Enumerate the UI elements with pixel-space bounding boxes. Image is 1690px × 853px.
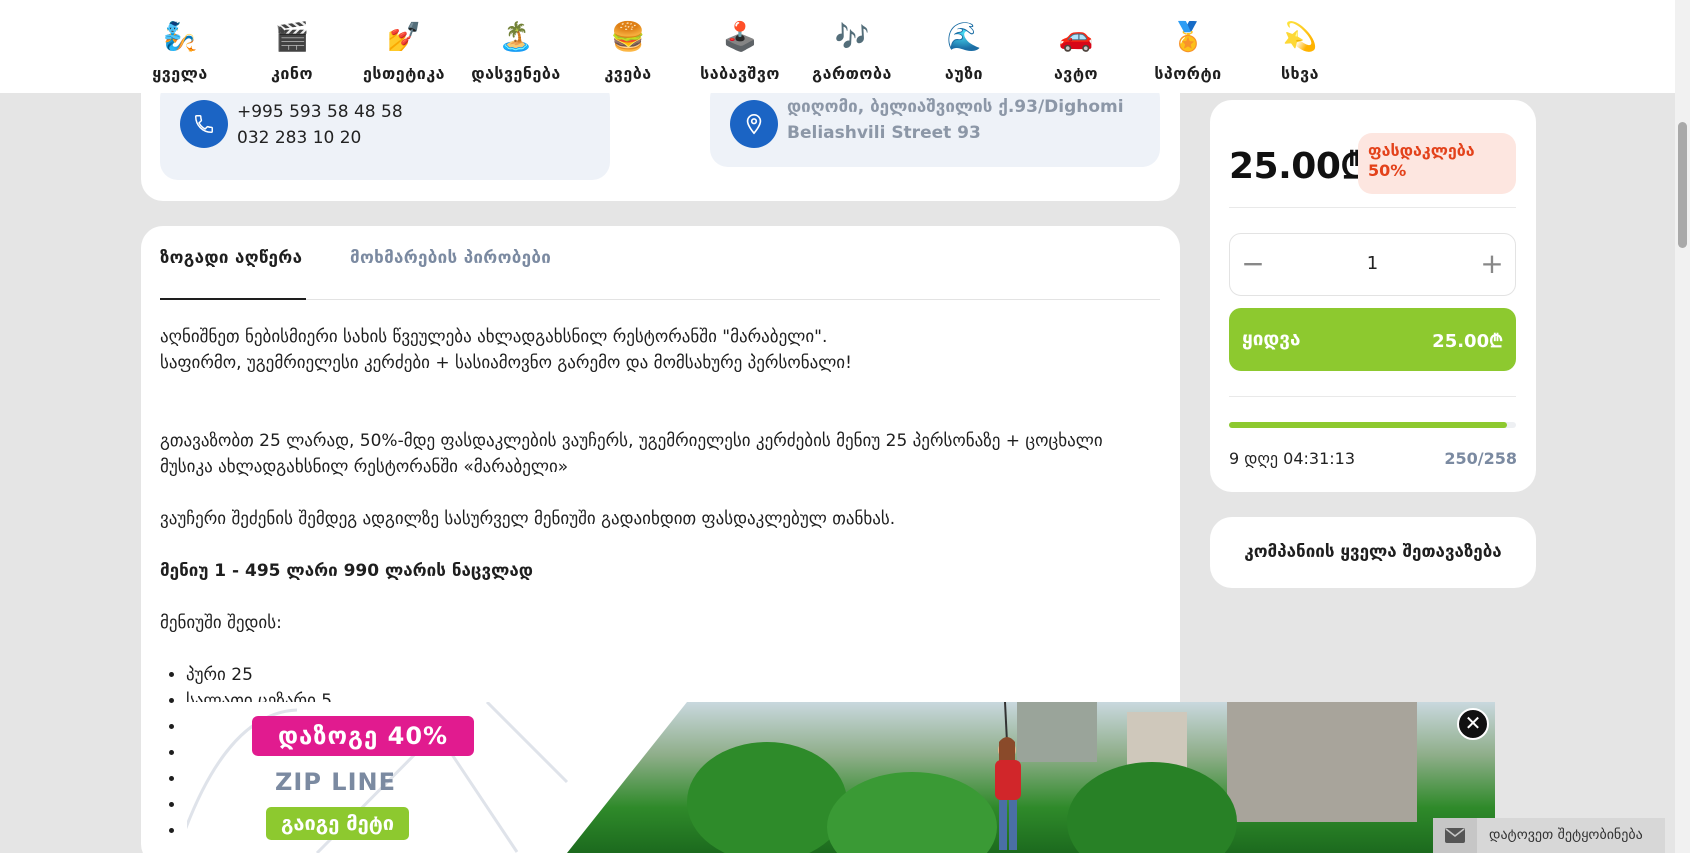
- category-item[interactable]: 🧞 ყველა: [125, 20, 235, 83]
- ad-discount-badge: დაზოგე 40%: [252, 716, 474, 756]
- ad-title: ZIP LINE: [275, 768, 396, 796]
- category-label: კინო: [270, 64, 314, 83]
- category-item[interactable]: 🍔 კვება: [573, 20, 683, 83]
- category-label: ესთეტიკა: [362, 64, 446, 83]
- address-box: დიღომი, ბელიაშვილის ქ.93/Dighomi Beliash…: [710, 80, 1160, 167]
- category-icon: 💫: [1282, 20, 1318, 53]
- leave-message-widget[interactable]: დატოვეთ შეტყობინება: [1433, 818, 1665, 853]
- description-text: აღნიშნეთ ნებისმიერი სახის წვეულება ახლად…: [160, 327, 828, 347]
- menu-includes-label: მენიუში შედის:: [160, 613, 282, 633]
- all-company-offers-button[interactable]: კომპანიის ყველა შეთავაზება: [1210, 517, 1536, 588]
- discount-badge: ფასდაკლება 50%: [1358, 133, 1516, 194]
- zipline-rider: [995, 702, 1021, 850]
- mail-icon: [1433, 818, 1477, 853]
- category-icon: 🌊: [946, 20, 982, 53]
- divider: [1229, 207, 1516, 208]
- category-label: საბავშვო: [700, 64, 780, 83]
- category-icon: 🏝️: [498, 20, 534, 53]
- increment-button[interactable]: +: [1477, 248, 1507, 280]
- close-icon[interactable]: ✕: [1457, 708, 1489, 740]
- zipline-photo: [567, 702, 1495, 853]
- category-item[interactable]: 🎶 გართობა: [797, 20, 907, 83]
- category-icon: 🍔: [610, 20, 646, 53]
- category-label: სხვა: [1280, 64, 1320, 83]
- tab-general-description[interactable]: ზოგადი აღწერა: [160, 248, 306, 300]
- price: 25.00₾: [1229, 146, 1368, 187]
- category-item[interactable]: 🕹️ საბავშვო: [685, 20, 795, 83]
- phone-box: +995 599 72 10 70 +995 593 58 48 58 032 …: [160, 76, 610, 180]
- category-label: ავტო: [1053, 64, 1099, 83]
- quantity-stepper: − 1 +: [1229, 233, 1516, 296]
- category-label: აუზი: [944, 64, 984, 83]
- category-icon: 🧞: [162, 20, 198, 53]
- category-label: ყველა: [152, 64, 208, 83]
- leave-message-label: დატოვეთ შეტყობინება: [1489, 827, 1643, 843]
- description-text: საფირმო, უგემრიელესი კერძები + სასიამოვნ…: [160, 353, 852, 373]
- scrollbar-thumb[interactable]: [1678, 122, 1687, 248]
- category-item[interactable]: 🚗 ავტო: [1021, 20, 1131, 83]
- category-label: დასვენება: [471, 64, 561, 83]
- category-label: კვება: [604, 64, 652, 83]
- description-text: გთავაზობთ 25 ლარად, 50%-მდე ფასდაკლების …: [160, 431, 1103, 477]
- ad-banner[interactable]: დაზოგე 40% ZIP LINE გაიგე მეტი ✕: [187, 702, 1495, 853]
- category-icon: 💅: [386, 20, 422, 53]
- sold-progress-fill: [1229, 422, 1508, 428]
- category-icon: 🕹️: [722, 20, 758, 53]
- category-item[interactable]: 🌊 აუზი: [909, 20, 1019, 83]
- buy-button-label: ყიდვა: [1242, 328, 1301, 350]
- category-item[interactable]: 🎬 კინო: [237, 20, 347, 83]
- category-icon: 🏅: [1170, 20, 1206, 53]
- tab-terms-of-use[interactable]: მოხმარების პირობები: [350, 248, 551, 300]
- phone-number[interactable]: 032 283 10 20: [237, 125, 403, 151]
- category-icon: 🚗: [1058, 20, 1094, 53]
- category-label: სპორტი: [1154, 64, 1222, 83]
- countdown-timer: 9 დღე 04:31:13: [1229, 449, 1355, 468]
- category-item[interactable]: 🏅 სპორტი: [1133, 20, 1243, 83]
- category-icon: 🎶: [834, 20, 870, 53]
- divider: [1229, 396, 1516, 397]
- category-item[interactable]: 💅 ესთეტიკა: [349, 20, 459, 83]
- address-text[interactable]: დიღომი, ბელიაშვილის ქ.93/Dighomi Beliash…: [787, 94, 1127, 146]
- ad-learn-more-button[interactable]: გაიგე მეტი: [266, 807, 409, 840]
- category-item[interactable]: 🏝️ დასვენება: [461, 20, 571, 83]
- list-item: პური 25: [186, 662, 1160, 688]
- sold-progress-bar: [1229, 422, 1516, 428]
- purchase-card: 25.00₾ ფასდაკლება 50% − 1 + ყიდვა 25.00₾…: [1210, 100, 1536, 492]
- quantity-value[interactable]: 1: [1230, 253, 1515, 274]
- sold-count: 250/258: [1444, 449, 1517, 468]
- description-text: ვაუჩერი შეძენის შემდეგ ადგილზე სასურველ …: [160, 509, 896, 529]
- buy-button-price: 25.00₾: [1432, 331, 1503, 352]
- tabs: ზოგადი აღწერა მოხმარების პირობები: [160, 226, 1160, 300]
- category-item[interactable]: 💫 სხვა: [1245, 20, 1355, 83]
- phone-number[interactable]: +995 593 58 48 58: [237, 99, 403, 125]
- category-label: გართობა: [812, 64, 892, 83]
- page-scrollbar[interactable]: [1675, 0, 1690, 853]
- phone-icon: [180, 100, 228, 148]
- category-icon: 🎬: [274, 20, 310, 53]
- category-nav: 🧞 ყველა 🎬 კინო 💅 ესთეტიკა 🏝️ დასვენება 🍔 კვება 🕹️ ს…: [0, 0, 1675, 93]
- location-pin-icon: [730, 100, 778, 148]
- menu-title: მენიუ 1 - 495 ლარი 990 ლარის ნაცვლად: [160, 561, 533, 581]
- buy-button[interactable]: ყიდვა 25.00₾: [1229, 308, 1516, 371]
